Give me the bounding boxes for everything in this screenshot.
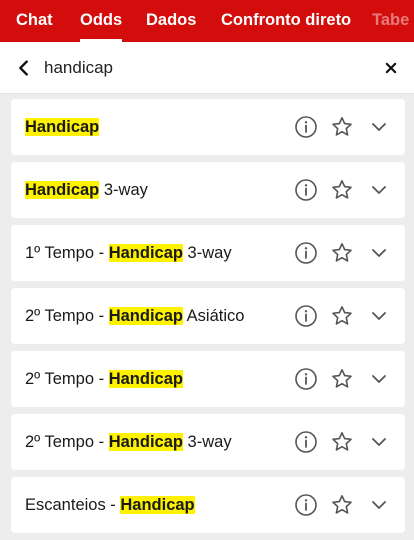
info-icon[interactable] (294, 430, 318, 454)
top-tab-bar: Chat Odds Dados Confronto direto Tabe (0, 0, 414, 42)
search-input[interactable] (44, 55, 364, 81)
chevron-down-icon[interactable] (367, 115, 391, 139)
star-icon[interactable] (330, 241, 354, 265)
chevron-down-icon[interactable] (367, 178, 391, 202)
search-highlight: Handicap (108, 370, 183, 388)
star-icon[interactable] (330, 430, 354, 454)
search-highlight: Handicap (108, 307, 183, 325)
tab-chat[interactable]: Chat (16, 0, 53, 42)
chevron-down-icon[interactable] (367, 430, 391, 454)
search-highlight: Handicap (120, 496, 195, 514)
chevron-down-icon[interactable] (367, 493, 391, 517)
star-icon[interactable] (330, 367, 354, 391)
search-highlight: Handicap (25, 118, 100, 136)
search-highlight: Handicap (108, 244, 183, 262)
info-icon[interactable] (294, 241, 318, 265)
market-row[interactable]: 2º Tempo - Handicap (11, 351, 405, 407)
search-highlight: Handicap (108, 433, 183, 451)
search-highlight: Handicap (25, 181, 100, 199)
tab-odds[interactable]: Odds (80, 0, 123, 42)
market-row[interactable]: 2º Tempo - Handicap 3-way (11, 414, 405, 470)
market-row[interactable]: Handicap (11, 99, 405, 155)
market-label: 2º Tempo - Handicap 3-way (25, 433, 232, 451)
market-row[interactable]: 1º Tempo - Handicap 3-way (11, 225, 405, 281)
tab-confronto-direto[interactable]: Confronto direto (221, 0, 351, 42)
tab-dados[interactable]: Dados (146, 0, 196, 42)
info-icon[interactable] (294, 115, 318, 139)
chevron-left-icon[interactable] (13, 57, 35, 79)
info-icon[interactable] (294, 178, 318, 202)
market-label: Escanteios - Handicap (25, 496, 195, 514)
market-row[interactable]: 2º Tempo - Handicap Asiático (11, 288, 405, 344)
market-label: 1º Tempo - Handicap 3-way (25, 244, 232, 262)
market-label: 2º Tempo - Handicap Asiático (25, 307, 245, 325)
search-bar (0, 42, 414, 94)
chevron-down-icon[interactable] (367, 241, 391, 265)
tab-tabela[interactable]: Tabe (372, 0, 409, 42)
info-icon[interactable] (294, 304, 318, 328)
market-row[interactable]: Handicap 3-way (11, 162, 405, 218)
chevron-down-icon[interactable] (367, 367, 391, 391)
info-icon[interactable] (294, 367, 318, 391)
star-icon[interactable] (330, 178, 354, 202)
market-label: Handicap 3-way (25, 181, 148, 199)
market-row[interactable]: Escanteios - Handicap (11, 477, 405, 533)
star-icon[interactable] (330, 115, 354, 139)
star-icon[interactable] (330, 493, 354, 517)
info-icon[interactable] (294, 493, 318, 517)
market-label: 2º Tempo - Handicap (25, 370, 183, 388)
market-label: Handicap (25, 99, 100, 155)
close-icon[interactable] (381, 58, 401, 78)
chevron-down-icon[interactable] (367, 304, 391, 328)
star-icon[interactable] (330, 304, 354, 328)
